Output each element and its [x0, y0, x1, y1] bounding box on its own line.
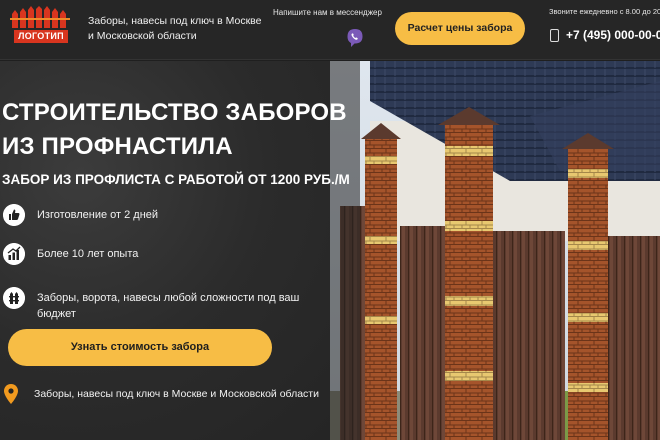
working-hours: Звоните ежедневно с 8.00 до 20.00: [549, 7, 660, 16]
logo[interactable]: ЛОГОТИП: [10, 6, 72, 43]
phone-number[interactable]: +7 (495) 000-00-00: [566, 28, 660, 42]
messenger-caption: Напишите нам в мессенджер: [273, 8, 382, 17]
thumbs-up-icon: [3, 204, 25, 226]
feature-text: Изготовление от 2 дней: [37, 209, 159, 221]
hero-subtitle: ЗАБОР ИЗ ПРОФЛИСТА С РАБОТОЙ ОТ 1200 РУБ…: [2, 172, 350, 187]
fence-icon: [3, 287, 25, 309]
growth-chart-icon: [3, 243, 25, 265]
feature-text: Более 10 лет опыта: [37, 248, 139, 260]
site-header: ЛОГОТИП Заборы, навесы под ключ в Москве…: [0, 0, 660, 60]
feature-text: Заборы, ворота, навесы любой сложности п…: [37, 292, 300, 320]
header-tagline: Заборы, навесы под ключ в Москве и Моско…: [88, 15, 262, 42]
location-text: Заборы, навесы под ключ в Москве и Моско…: [34, 388, 319, 400]
viber-icon[interactable]: [346, 28, 364, 48]
price-calc-button[interactable]: Расчет цены забора: [395, 12, 525, 45]
hero-title: СТРОИТЕЛЬСТВО ЗАБОРОВ ИЗ ПРОФНАСТИЛА: [2, 99, 347, 160]
phone-icon: [550, 29, 559, 42]
logo-text: ЛОГОТИП: [14, 30, 68, 43]
location-pin-icon: [4, 384, 18, 404]
fence-logo-icon: [10, 6, 70, 28]
get-price-button[interactable]: Узнать стоимость забора: [8, 329, 272, 366]
hero-section: СТРОИТЕЛЬСТВО ЗАБОРОВ ИЗ ПРОФНАСТИЛА ЗАБ…: [0, 61, 660, 440]
